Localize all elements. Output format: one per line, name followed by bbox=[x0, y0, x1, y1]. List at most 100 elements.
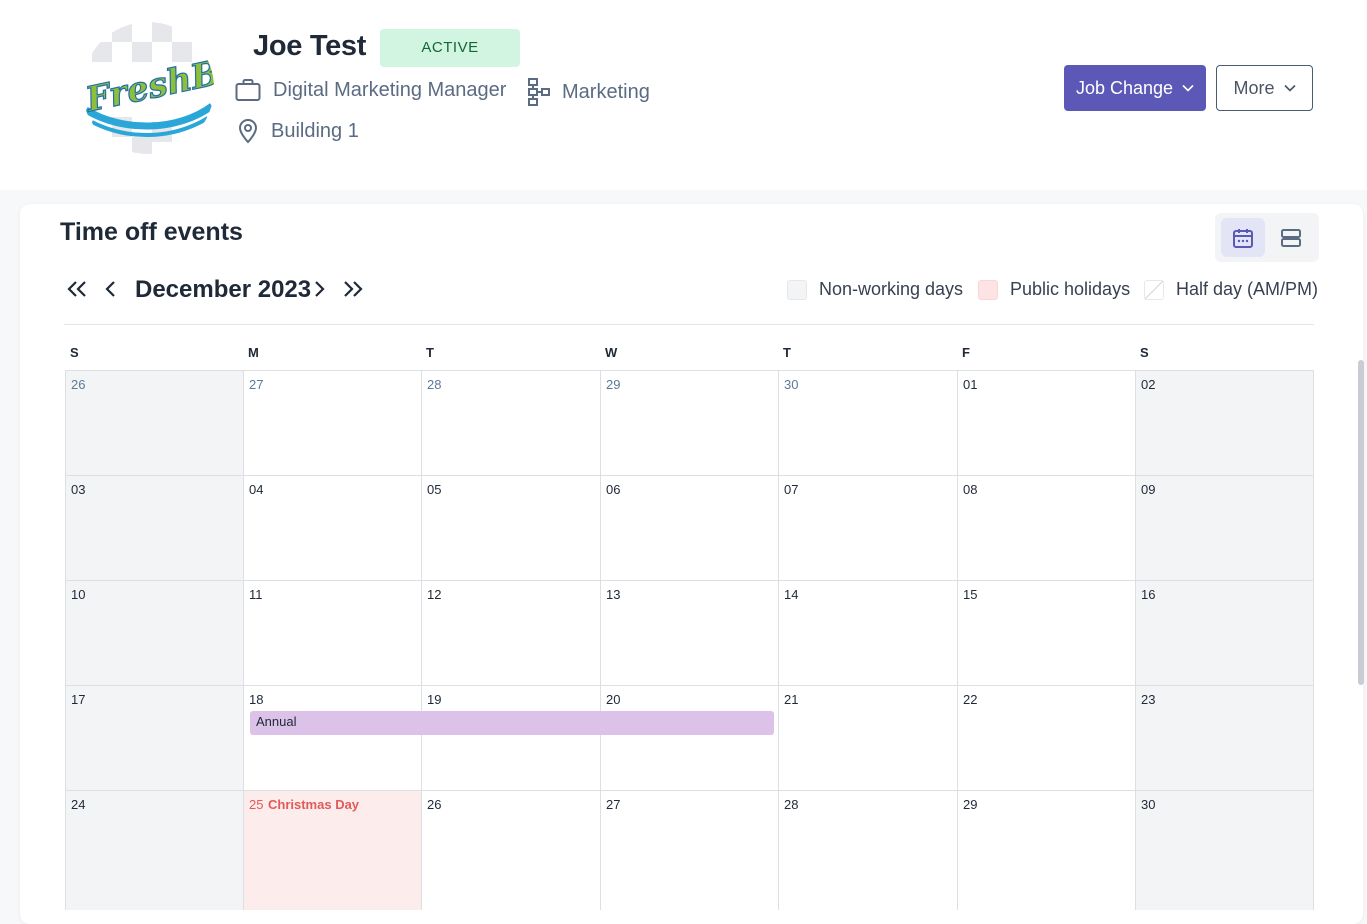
day-number: 29 bbox=[606, 377, 621, 392]
calendar-day-cell[interactable]: 26 bbox=[65, 370, 244, 476]
calendar-day-cell[interactable]: 22 bbox=[957, 685, 1136, 791]
day-number: 30 bbox=[1141, 797, 1156, 812]
calendar-day-cell[interactable]: 19 bbox=[421, 685, 601, 791]
org-chart-icon bbox=[528, 78, 550, 106]
calendar-day-cell[interactable]: 06 bbox=[600, 475, 779, 581]
calendar-day-cell[interactable]: 30 bbox=[1135, 790, 1314, 910]
calendar-day-cell[interactable]: 16 bbox=[1135, 580, 1314, 686]
calendar-day-cell[interactable]: 10 bbox=[65, 580, 244, 686]
calendar-day-cell[interactable]: 27 bbox=[600, 790, 779, 910]
day-number: 28 bbox=[784, 797, 799, 812]
day-number: 29 bbox=[963, 797, 978, 812]
day-number: 21 bbox=[784, 692, 799, 707]
legend-label: Non-working days bbox=[819, 279, 964, 299]
calendar-icon bbox=[1233, 228, 1253, 248]
day-number: 15 bbox=[963, 587, 978, 602]
calendar-day-cell[interactable]: 14 bbox=[778, 580, 958, 686]
day-number: 23 bbox=[1141, 692, 1156, 707]
calendar-day-cell[interactable]: 01 bbox=[957, 370, 1136, 476]
calendar-day-cell-holiday[interactable]: 25 Christmas Day bbox=[243, 790, 422, 910]
location: Building 1 bbox=[271, 119, 359, 142]
calendar-day-cell[interactable]: 11 bbox=[243, 580, 422, 686]
day-number: 14 bbox=[784, 587, 799, 602]
calendar-day-cell[interactable]: 28 bbox=[421, 370, 601, 476]
department-row: Marketing bbox=[528, 78, 650, 106]
double-chevron-left-icon bbox=[67, 281, 86, 297]
public-holiday-swatch bbox=[978, 279, 998, 300]
calendar-day-cell[interactable]: 21 bbox=[778, 685, 958, 791]
calendar-day-cell[interactable]: 30 bbox=[778, 370, 958, 476]
calendar-day-cell[interactable]: 23 bbox=[1135, 685, 1314, 791]
month-label: December 2023 bbox=[135, 276, 312, 303]
calendar-day-cell[interactable]: 29 bbox=[600, 370, 779, 476]
day-number: 16 bbox=[1141, 587, 1156, 602]
legend-label: Public holidays bbox=[1010, 279, 1131, 299]
day-number: 11 bbox=[249, 587, 263, 602]
more-label: More bbox=[1233, 77, 1275, 98]
briefcase-icon bbox=[235, 79, 261, 101]
calendar-day-cell[interactable]: 08 bbox=[957, 475, 1136, 581]
day-number: 02 bbox=[1141, 377, 1156, 392]
time-off-event-annual[interactable]: Annual bbox=[250, 711, 774, 735]
day-number: 05 bbox=[427, 482, 442, 497]
day-number: 30 bbox=[784, 377, 799, 392]
double-chevron-right-icon bbox=[344, 281, 363, 297]
day-number: 24 bbox=[71, 797, 86, 812]
non-working-swatch bbox=[787, 279, 807, 300]
next-month-button[interactable] bbox=[304, 274, 334, 304]
calendar-day-cell[interactable]: 28 bbox=[778, 790, 958, 910]
job-change-button[interactable]: Job Change bbox=[1064, 65, 1206, 111]
calendar-day-cell[interactable]: 02 bbox=[1135, 370, 1314, 476]
location-row: Building 1 bbox=[237, 118, 359, 144]
calendar-grid: 26 27 28 29 30 01 02 03 04 05 06 07 08 0… bbox=[65, 370, 1314, 910]
day-number: 26 bbox=[427, 797, 442, 812]
calendar-day-cell[interactable]: 05 bbox=[421, 475, 601, 581]
calendar-day-cell[interactable]: 26 bbox=[421, 790, 601, 910]
calendar-day-cell[interactable]: 12 bbox=[421, 580, 601, 686]
day-number: 04 bbox=[249, 482, 264, 497]
day-number: 27 bbox=[606, 797, 621, 812]
day-number: 12 bbox=[427, 587, 442, 602]
calendar-day-cell[interactable]: 20 bbox=[600, 685, 779, 791]
day-number: 25 bbox=[249, 797, 264, 812]
chevron-down-icon bbox=[1182, 84, 1194, 92]
scrollbar[interactable] bbox=[1358, 360, 1364, 685]
day-number: 08 bbox=[963, 482, 978, 497]
calendar-day-cell[interactable]: 15 bbox=[957, 580, 1136, 686]
more-button[interactable]: More bbox=[1216, 65, 1313, 111]
list-view-icon bbox=[1281, 228, 1301, 247]
legend-half-day: Half day (AM/PM) bbox=[1144, 279, 1318, 300]
calendar-day-cell[interactable]: 03 bbox=[65, 475, 244, 581]
weekday-header: M bbox=[248, 345, 259, 360]
calendar-day-cell[interactable]: 09 bbox=[1135, 475, 1314, 581]
day-number: 09 bbox=[1141, 482, 1156, 497]
calendar-day-cell[interactable]: 29 bbox=[957, 790, 1136, 910]
job-title-row: Digital Marketing Manager bbox=[235, 78, 506, 102]
day-number: 17 bbox=[71, 692, 86, 707]
calendar-day-cell[interactable]: 07 bbox=[778, 475, 958, 581]
weekday-header: S bbox=[70, 345, 79, 360]
employee-name: Joe Test bbox=[253, 30, 367, 62]
weekday-header: F bbox=[962, 345, 970, 360]
list-view-button[interactable] bbox=[1269, 218, 1313, 257]
time-off-card: Time off events December 2023 Non-workin bbox=[20, 204, 1363, 924]
prev-month-button[interactable] bbox=[96, 274, 126, 304]
calendar-day-cell[interactable]: 13 bbox=[600, 580, 779, 686]
calendar-view-button[interactable] bbox=[1221, 218, 1265, 257]
calendar-day-cell[interactable]: 04 bbox=[243, 475, 422, 581]
weekday-header: S bbox=[1140, 345, 1149, 360]
avatar: FreshBo bbox=[82, 22, 214, 154]
calendar-day-cell[interactable]: 27 bbox=[243, 370, 422, 476]
day-number: 06 bbox=[606, 482, 621, 497]
status-badge: ACTIVE bbox=[380, 29, 520, 67]
calendar-day-cell[interactable]: 18 bbox=[243, 685, 422, 791]
day-number: 18 bbox=[249, 692, 264, 707]
calendar-day-cell[interactable]: 17 bbox=[65, 685, 244, 791]
day-number: 03 bbox=[71, 482, 86, 497]
prev-year-button[interactable] bbox=[62, 274, 92, 304]
grid-border bbox=[1313, 370, 1314, 910]
job-title: Digital Marketing Manager bbox=[273, 78, 507, 101]
next-year-button[interactable] bbox=[338, 274, 368, 304]
weekday-header: T bbox=[783, 345, 791, 360]
calendar-day-cell[interactable]: 24 bbox=[65, 790, 244, 910]
